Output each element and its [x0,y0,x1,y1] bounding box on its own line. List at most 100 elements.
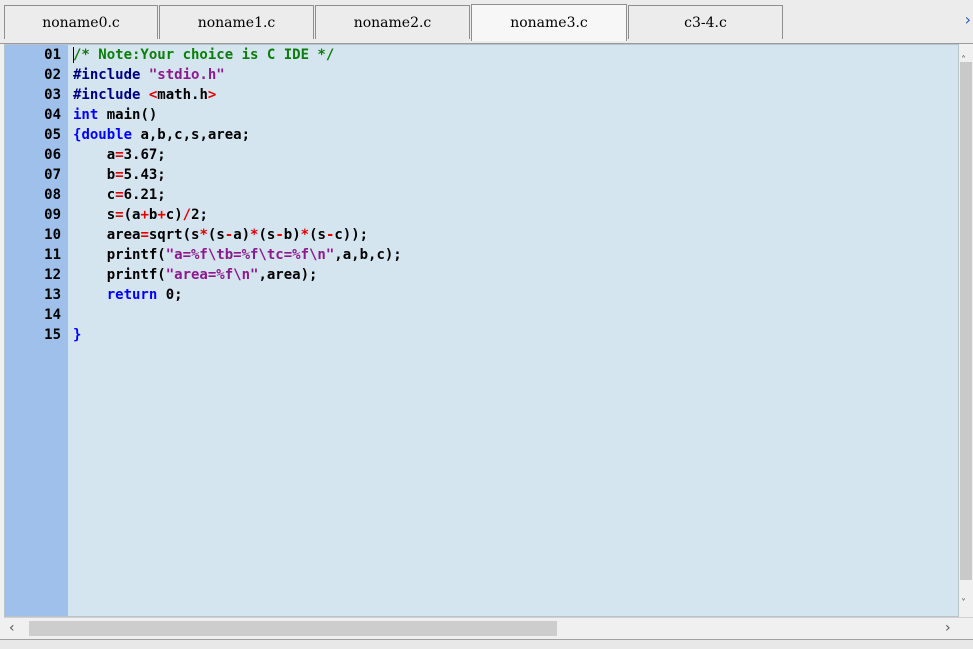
chevron-right-icon[interactable]: › [945,620,951,636]
code-line[interactable]: 06 a=3.67; [5,145,955,165]
code-token: = [140,227,149,243]
chevron-left-icon[interactable]: ‹ [9,620,15,636]
chevron-right-icon[interactable]: › [965,10,971,29]
code-line[interactable]: 01 /* Note:Your choice is C IDE */ [5,45,955,65]
code-line[interactable]: 12 printf("area=%f\n",area); [5,265,955,285]
code-token: = [115,187,124,203]
code-token: * [199,227,208,243]
code-line[interactable]: 02 #include "stdio.h" [5,65,955,85]
code-line[interactable]: 04 int main() [5,105,955,125]
code-text: int main() [73,105,157,125]
chevron-down-icon[interactable]: ˅ [961,598,966,609]
code-text: a=3.67; [73,145,166,165]
code-line[interactable]: 09 s=(a+b+c)/2; [5,205,955,225]
code-token: area [73,227,141,243]
tab-noname0[interactable]: noname0.c [4,5,158,39]
code-token: * [300,227,310,243]
code-line[interactable]: 08 c=6.21; [5,185,955,205]
tab-noname3[interactable]: noname3.c [471,4,627,41]
code-token: (s [207,227,225,243]
code-text: area=sqrt(s*(s-a)*(s-b)*(s-c)); [73,225,368,245]
code-line[interactable]: 05 {double a,b,c,s,area; [5,125,955,145]
code-token: c) [165,207,183,223]
line-number: 12 [44,267,61,283]
code-text: b=5.43; [73,165,166,185]
code-token: 0; [157,287,183,303]
code-token: 2; [191,207,208,223]
code-token: - [275,227,284,243]
code-token: #include [73,67,149,83]
code-token: "a=%f\tb=%f\tc=%f\n" [165,247,335,263]
line-number: 08 [44,187,61,203]
code-text: #include "stdio.h" [73,65,225,85]
text-caret [73,47,74,63]
code-text: {double a,b,c,s,area; [73,125,250,145]
code-token: a,b,c,s,area; [132,127,251,143]
code-token: > [207,87,217,103]
horizontal-scroll-thumb[interactable] [29,621,557,636]
code-line[interactable]: 10 area=sqrt(s*(s-a)*(s-b)*(s-c)); [5,225,955,245]
code-token: b [73,167,116,183]
tab-noname2[interactable]: noname2.c [315,5,470,39]
line-number: 07 [44,167,61,183]
horizontal-scrollbar[interactable]: ‹ › [4,617,973,639]
status-strip [0,639,973,649]
code-text: return 0; [73,285,183,305]
code-token: ,a,b,c); [334,247,402,263]
code-token: "area=%f\n" [165,267,259,283]
code-text: printf("area=%f\n",area); [73,265,318,285]
code-token: (a [123,207,141,223]
code-text: c=6.21; [73,185,166,205]
code-token: 3.67; [123,147,166,163]
code-token: = [115,147,124,163]
code-token: + [157,207,166,223]
code-token: s [73,207,116,223]
line-number: 02 [44,67,61,83]
code-token: a [73,147,116,163]
file-tab-bar: noname0.c noname1.c noname2.c noname3.c … [0,0,973,44]
code-token: double [81,127,133,143]
code-token: 6.21; [123,187,166,203]
code-token: sqrt(s [148,227,200,243]
code-editor[interactable]: 01 /* Note:Your choice is C IDE */ 02 #incl… [4,44,959,617]
code-token: printf( [73,267,166,283]
chevron-up-icon[interactable]: ˄ [961,55,966,66]
code-line[interactable]: 07 b=5.43; [5,165,955,185]
code-token: = [115,207,124,223]
code-token: (s [258,227,276,243]
tab-noname1[interactable]: noname1.c [159,5,314,39]
code-token: int [73,107,99,123]
line-number: 01 [44,47,61,63]
code-token: } [73,327,82,343]
code-line[interactable]: 13 return 0; [5,285,955,305]
vertical-scroll-thumb[interactable] [960,62,972,580]
line-number: 06 [44,147,61,163]
line-number: 15 [44,327,61,343]
code-token: main() [98,107,158,123]
code-text: s=(a+b+c)/2; [73,205,208,225]
code-token: "stdio.h" [148,67,225,83]
code-line[interactable]: 14 [5,305,955,325]
code-token: c [73,187,116,203]
code-token: / [182,207,192,223]
line-number: 13 [44,287,61,303]
tab-c3-4[interactable]: c3-4.c [628,5,783,39]
code-text: printf("a=%f\tb=%f\tc=%f\n",a,b,c); [73,245,402,265]
code-token: - [224,227,234,243]
line-number: 11 [44,247,61,263]
code-token: #include [73,87,149,103]
line-number: 09 [44,207,61,223]
code-line[interactable]: 03 #include <math.h> [5,85,955,105]
code-token: ,area); [258,267,318,283]
code-line[interactable]: 11 printf("a=%f\tb=%f\tc=%f\n",a,b,c); [5,245,955,265]
line-number: 10 [44,227,61,243]
code-token: return [106,287,158,303]
code-line[interactable]: 15} [5,325,955,345]
code-token: = [115,167,124,183]
line-number: 05 [44,127,61,143]
code-token: + [140,207,149,223]
code-token: (s [309,227,326,243]
code-token: a) [233,227,251,243]
line-number: 14 [44,307,61,323]
